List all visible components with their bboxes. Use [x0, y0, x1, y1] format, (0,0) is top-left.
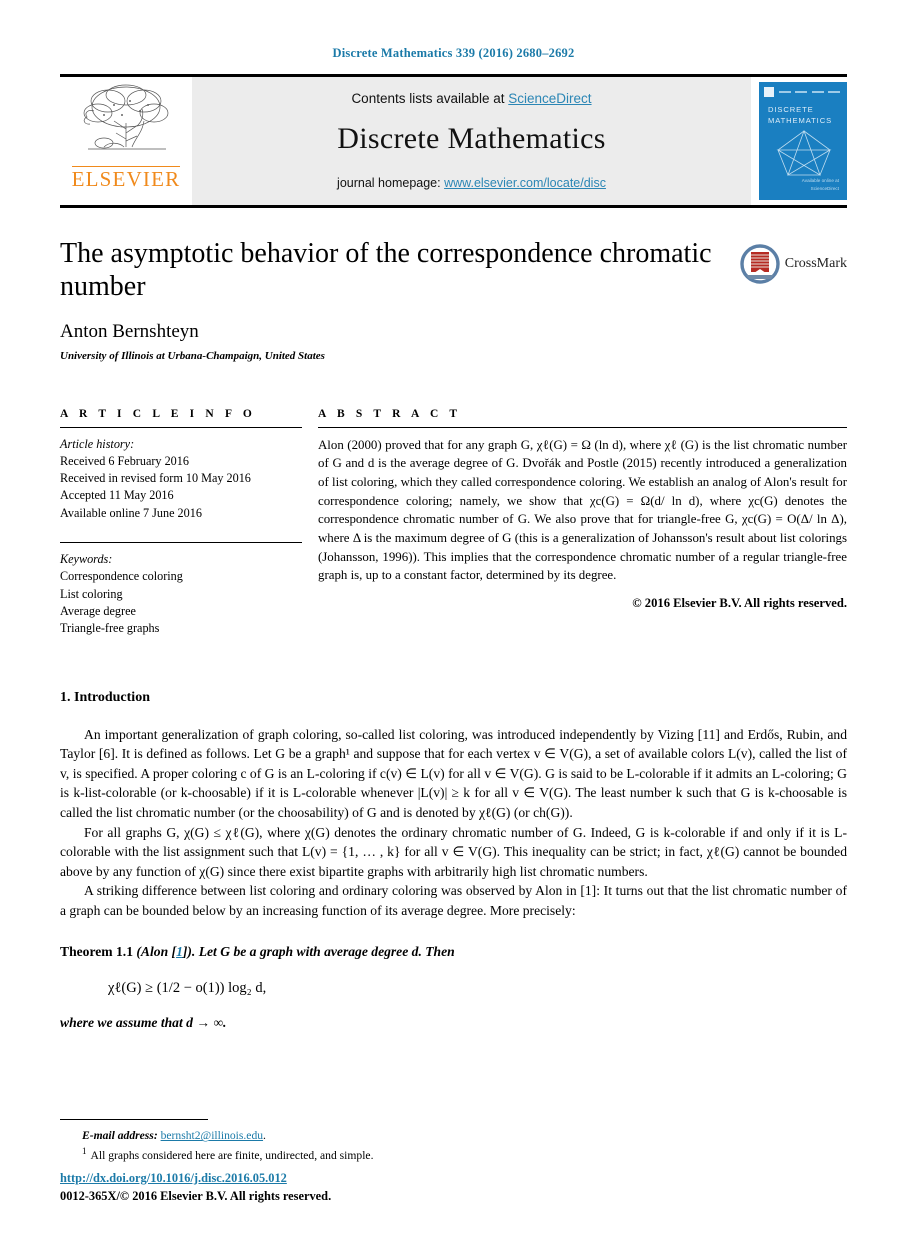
cover-topbar-lines — [777, 91, 842, 93]
theorem-attribution-suffix: ]). — [182, 944, 196, 960]
elsevier-tree-icon — [83, 84, 169, 150]
article-info-column: A R T I C L E I N F O Article history: R… — [60, 408, 318, 638]
elsevier-wordmark: ELSEVIER — [71, 166, 181, 191]
cover-title: DISCRETE MATHEMATICS — [768, 104, 832, 127]
cover-publisher-icon — [764, 87, 774, 97]
theorem-label: Theorem 1.1 — [60, 944, 133, 960]
email-link[interactable]: bernsht2@illinois.edu — [161, 1129, 263, 1142]
cover-footer: Available online at ScienceDirect — [802, 177, 839, 193]
page-footnotes: E-mail address: bernsht2@illinois.edu. 1… — [60, 1119, 847, 1164]
elsevier-logo: ELSEVIER — [60, 77, 192, 205]
abstract-rule — [318, 426, 847, 428]
article-history-item: Received 6 February 2016 — [60, 453, 189, 468]
keywords-label: Keywords: — [60, 552, 113, 567]
footnote-1: 1 All graphs considered here are finite, … — [60, 1145, 847, 1164]
section-heading-introduction: 1. Introduction — [60, 690, 847, 706]
crossmark-badge[interactable]: CrossMark — [740, 238, 847, 284]
article-info-rule — [60, 426, 302, 428]
homepage-prefix: journal homepage: — [337, 175, 445, 190]
doi-link[interactable]: http://dx.doi.org/10.1016/j.disc.2016.05… — [60, 1171, 287, 1185]
theorem-statement: Let G be a graph with average degree d. … — [198, 944, 455, 960]
cover-title-line-2: MATHEMATICS — [768, 116, 833, 126]
contents-line: Contents lists available at ScienceDirec… — [351, 91, 591, 106]
section-name: Introduction — [74, 689, 150, 705]
doi-block: http://dx.doi.org/10.1016/j.disc.2016.05… — [60, 1169, 331, 1206]
masthead-band: Contents lists available at ScienceDirec… — [192, 77, 751, 205]
keywords-rule — [60, 542, 302, 544]
paragraph-1: An important generalization of graph col… — [60, 726, 847, 821]
abstract-text: Alon (2000) proved that for any graph G,… — [318, 437, 847, 583]
paragraph-2: For all graphs G, χ(G) ≤ χℓ(G), where χ(… — [60, 824, 847, 879]
author-name: Anton Bernshteyn — [60, 320, 199, 342]
footnote-text: All graphs considered here are finite, u… — [90, 1148, 374, 1162]
cover-topbar — [764, 87, 842, 97]
abstract-column: A B S T R A C T Alon (2000) proved that … — [318, 408, 847, 638]
footnote-marker: 1 — [82, 1145, 87, 1156]
abstract-copyright: © 2016 Elsevier B.V. All rights reserved… — [632, 596, 847, 611]
email-label: E-mail address: — [82, 1129, 158, 1143]
journal-cover-thumbnail[interactable]: DISCRETE MATHEMATICS Available online at… — [759, 82, 847, 200]
sciencedirect-link[interactable]: ScienceDirect — [508, 91, 591, 106]
article-info-heading: A R T I C L E I N F O — [60, 407, 256, 420]
article-history-label: Article history: — [60, 436, 135, 451]
keyword-item: Correspondence coloring — [60, 569, 183, 584]
keyword-item: Triangle-free graphs — [60, 621, 160, 636]
theorem-1-1: Theorem 1.1 (Alon [1]). Let G be a graph… — [60, 942, 847, 962]
issn-copyright-line: 0012-365X/© 2016 Elsevier B.V. All right… — [60, 1189, 332, 1204]
crossmark-icon — [740, 244, 780, 284]
page-title: The asymptotic behavior of the correspon… — [60, 238, 712, 302]
journal-cover-wrap: DISCRETE MATHEMATICS Available online at… — [751, 77, 847, 205]
keyword-item: Average degree — [60, 604, 136, 619]
paragraph-3: A striking difference between list color… — [60, 883, 847, 918]
title-block: The asymptotic behavior of the correspon… — [60, 208, 847, 362]
theorem-attribution-prefix: (Alon [ — [136, 944, 177, 960]
contents-prefix: Contents lists available at — [351, 90, 509, 106]
crossmark-label: CrossMark — [784, 256, 847, 271]
keyword-item: List coloring — [60, 586, 123, 601]
info-abstract-row: A R T I C L E I N F O Article history: R… — [60, 408, 847, 638]
author-affiliation: University of Illinois at Urbana-Champai… — [60, 349, 325, 362]
article-history-item: Accepted 11 May 2016 — [60, 488, 174, 503]
journal-masthead: ELSEVIER Contents lists available at Sci… — [60, 77, 847, 205]
journal-name: Discrete Mathematics — [337, 121, 606, 155]
abstract-heading: A B S T R A C T — [318, 407, 462, 420]
journal-homepage-link[interactable]: www.elsevier.com/locate/disc — [444, 176, 606, 190]
article-history-item: Received in revised form 10 May 2016 — [60, 471, 251, 486]
cover-footer-line-2: ScienceDirect — [810, 186, 839, 192]
theorem-after-equation: where we assume that d → ∞. — [60, 1015, 227, 1031]
running-head: Discrete Mathematics 339 (2016) 2680–269… — [332, 46, 575, 60]
theorem-equation: χℓ(G) ≥ (1/2 − o(1)) log₂ d, — [108, 980, 267, 997]
email-line: E-mail address: bernsht2@illinois.edu. — [60, 1127, 847, 1144]
email-suffix: . — [263, 1129, 266, 1143]
theorem-citation-link[interactable]: 1 — [176, 944, 183, 959]
title-left: The asymptotic behavior of the correspon… — [60, 238, 740, 362]
footnote-rule — [60, 1119, 208, 1121]
homepage-line: journal homepage: www.elsevier.com/locat… — [337, 176, 606, 190]
cover-footer-line-1: Available online at — [801, 178, 839, 184]
cover-title-line-1: DISCRETE — [768, 105, 814, 114]
article-page: Discrete Mathematics 339 (2016) 2680–269… — [0, 0, 907, 1238]
pentagram-graph-icon — [776, 129, 832, 176]
section-number: 1. — [60, 689, 71, 705]
article-history-item: Available online 7 June 2016 — [60, 505, 202, 520]
